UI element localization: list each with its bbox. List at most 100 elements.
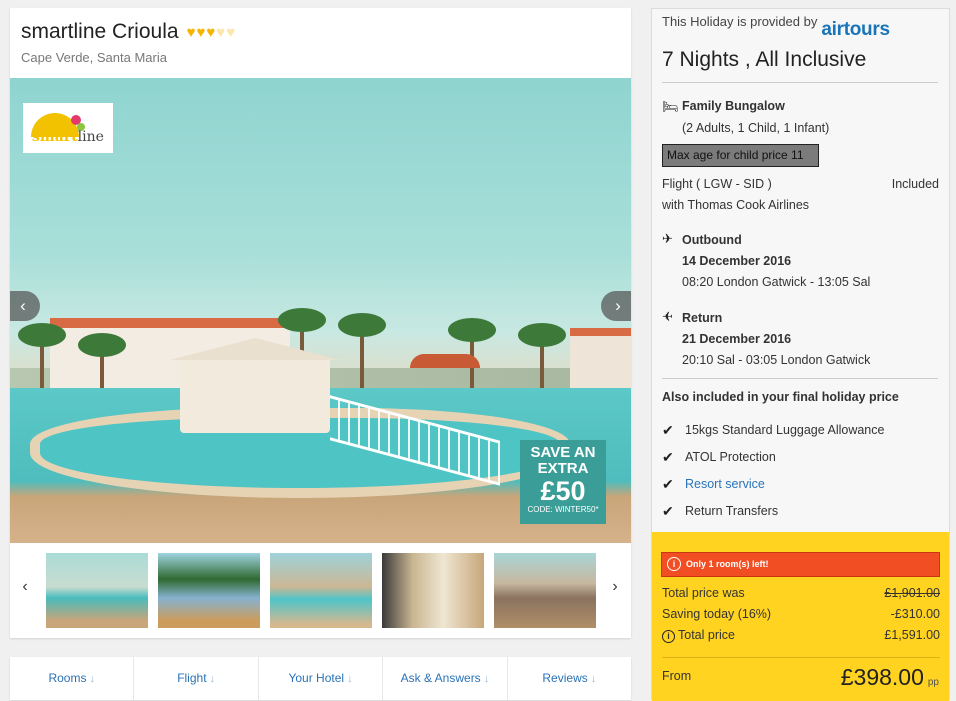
tab-ask-answers[interactable]: Ask & Answers ↓ (383, 657, 508, 700)
promo-code: CODE: WINTER50* (527, 505, 599, 514)
gallery-next-button[interactable]: › (601, 291, 631, 321)
info-icon[interactable]: i (662, 630, 675, 643)
image-palm (338, 313, 386, 398)
airline-name: with Thomas Cook Airlines (662, 198, 810, 212)
rating-heart-icon: ♥ (206, 23, 216, 41)
outbound-date: 14 December 2016 (682, 254, 792, 268)
from-price: £398.00 pp (841, 664, 939, 691)
arrow-down-icon: ↓ (209, 673, 216, 685)
brand-logo: smartline (23, 103, 113, 153)
tab-label: Rooms (48, 671, 87, 685)
arrow-down-icon: ↓ (89, 673, 95, 685)
provided-by-label: This Holiday is provided by (662, 14, 818, 29)
total-was-row: Total price was £1,901.00 (662, 586, 940, 600)
per-person-label: pp (927, 677, 939, 688)
total-price-label-wrap: i Total price (662, 628, 735, 643)
rating-heart-empty-icon: ♥ (226, 23, 236, 41)
room-type: Family Bungalow (682, 99, 785, 113)
arrow-down-icon: ↓ (483, 673, 490, 685)
thumbnail-image[interactable] (382, 553, 484, 628)
chevron-left-icon: ‹ (20, 296, 26, 315)
alert-text: Only 1 room(s) left! (686, 559, 769, 569)
tab-label: Ask & Answers (400, 671, 481, 685)
flight-label: Flight ( LGW - SID ) (662, 177, 772, 191)
promo-line2: EXTRA (537, 460, 589, 477)
image-gazebo (170, 338, 340, 433)
total-price-value: £1,591.00 (884, 628, 940, 642)
booking-summary-panel: This Holiday is provided by airtours 7 N… (651, 8, 950, 701)
info-icon: i (667, 557, 681, 571)
return-label: Return (682, 311, 723, 325)
thumbnail-strip: ‹ › (10, 553, 631, 628)
thumbnail-image[interactable] (158, 553, 260, 628)
bed-icon: 🛏 (662, 99, 679, 114)
tab-label: Your Hotel (288, 671, 345, 685)
check-icon: ✔ (662, 422, 674, 438)
thumbnail-prev-button[interactable]: ‹ (15, 578, 35, 596)
plane-icon: ✈ (662, 231, 673, 246)
check-icon: ✔ (662, 449, 674, 465)
rating-heart-icon: ♥ (186, 23, 196, 41)
tab-your-hotel[interactable]: Your Hotel ↓ (259, 657, 384, 700)
hotel-card: smartline Crioula ♥ ♥ ♥ ♥ ♥ Cape Verde, … (10, 8, 631, 638)
max-age-badge: Max age for child price 11 (662, 144, 819, 167)
tab-rooms[interactable]: Rooms ↓ (10, 657, 135, 700)
divider (662, 378, 938, 379)
return-times: 20:10 Sal - 03:05 London Gatwick (682, 353, 871, 367)
room-occupancy: (2 Adults, 1 Child, 1 Infant) (682, 121, 830, 135)
saving-row: Saving today (16%) -£310.00 (662, 607, 940, 621)
plane-return-icon: ✈ (662, 309, 673, 324)
thumbnail-image[interactable] (270, 553, 372, 628)
total-was-label: Total price was (662, 586, 745, 600)
promo-amount: £50 (540, 476, 586, 506)
total-was-value: £1,901.00 (884, 586, 940, 600)
arrow-down-icon: ↓ (347, 673, 353, 685)
hotel-main-image[interactable]: smartline ‹ › SAVE AN EXTRA £50 CODE: WI… (10, 78, 631, 543)
chevron-right-icon: › (615, 296, 621, 315)
chevron-left-icon: ‹ (22, 578, 28, 595)
promo-badge[interactable]: SAVE AN EXTRA £50 CODE: WINTER50* (520, 440, 606, 524)
inclusion-item: ATOL Protection (685, 450, 776, 464)
flight-included: Included (891, 177, 939, 191)
rooms-left-alert: i Only 1 room(s) left! (661, 552, 940, 577)
hotel-title-row: smartline Crioula ♥ ♥ ♥ ♥ ♥ (21, 20, 235, 44)
image-umbrella (410, 354, 480, 368)
image-palm (18, 323, 66, 393)
tab-reviews[interactable]: Reviews ↓ (508, 657, 631, 700)
rating-heart-icon: ♥ (196, 23, 206, 41)
total-price-row: i Total price £1,591.00 (662, 628, 940, 643)
chevron-right-icon: › (612, 578, 618, 595)
hotel-name: smartline Crioula (21, 20, 179, 43)
saving-value: -£310.00 (890, 607, 940, 621)
section-tabs: Rooms ↓ Flight ↓ Your Hotel ↓ Ask & Answers… (10, 657, 631, 700)
divider (662, 82, 938, 83)
arrow-down-icon: ↓ (590, 673, 597, 685)
logo-text-part: smart (32, 129, 78, 145)
outbound-times: 08:20 London Gatwick - 13:05 Sal (682, 275, 871, 289)
outbound-label: Outbound (682, 233, 742, 247)
thumbnail-image[interactable] (494, 553, 596, 628)
logo-text: smartline (32, 129, 104, 145)
total-price-label: Total price (678, 628, 735, 642)
tab-flight[interactable]: Flight ↓ (134, 657, 259, 700)
price-box: i Only 1 room(s) left! Total price was £… (652, 532, 949, 701)
from-label: From (662, 669, 692, 683)
also-included-heading: Also included in your final holiday pric… (662, 390, 899, 404)
logo-text-part: line (77, 129, 104, 145)
inclusion-item: 15kgs Standard Luggage Allowance (685, 423, 885, 437)
tab-label: Reviews (542, 671, 588, 685)
inclusion-item: Return Transfers (685, 504, 779, 518)
rating-heart-empty-icon: ♥ (216, 23, 226, 41)
thumbnail-image[interactable] (46, 553, 148, 628)
check-icon: ✔ (662, 503, 674, 519)
saving-label: Saving today (16%) (662, 607, 772, 621)
image-palm (518, 323, 566, 393)
from-price-value: £398.00 (840, 664, 924, 690)
promo-line1: SAVE AN (530, 444, 596, 461)
gallery-prev-button[interactable]: ‹ (10, 291, 40, 321)
resort-service-link[interactable]: Resort service (685, 477, 765, 491)
tab-label: Flight (177, 671, 207, 685)
holiday-duration: 7 Nights , All Inclusive (662, 48, 867, 71)
thumbnail-next-button[interactable]: › (605, 578, 625, 596)
provider-row: This Holiday is provided by airtours (662, 14, 890, 41)
